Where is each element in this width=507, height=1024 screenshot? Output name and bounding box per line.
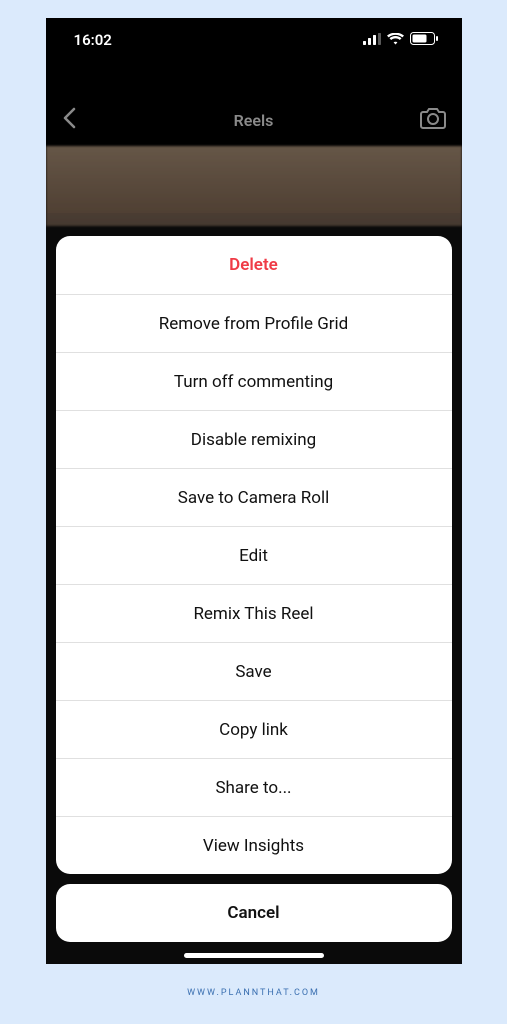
action-item[interactable]: Edit [56, 526, 452, 584]
action-item-label: Turn off commenting [174, 372, 333, 392]
action-sheet: Delete Remove from Profile Grid Turn off c… [56, 236, 452, 874]
action-item-label: Edit [239, 546, 268, 566]
nav-bar: Reels [46, 98, 462, 142]
back-icon[interactable] [62, 107, 76, 133]
home-indicator[interactable] [184, 953, 324, 958]
action-sheet-container: Delete Remove from Profile Grid Turn off c… [56, 236, 452, 942]
action-item-label: Share to... [215, 778, 291, 798]
action-item-label: Disable remixing [191, 430, 316, 450]
action-item[interactable]: Disable remixing [56, 410, 452, 468]
phone-screen: 16:02 [46, 18, 462, 964]
status-time: 16:02 [74, 31, 112, 49]
cancel-label: Cancel [227, 903, 279, 923]
signal-icon [363, 31, 381, 49]
action-item[interactable]: Remove from Profile Grid [56, 294, 452, 352]
action-item-label: Remix This Reel [193, 604, 313, 624]
action-item[interactable]: Share to... [56, 758, 452, 816]
action-item[interactable]: Save [56, 642, 452, 700]
cancel-button[interactable]: Cancel [56, 884, 452, 942]
action-item-label: Save to Camera Roll [178, 488, 329, 508]
status-right-cluster [363, 31, 438, 49]
action-item[interactable]: Delete [56, 236, 452, 294]
action-item[interactable]: Save to Camera Roll [56, 468, 452, 526]
nav-title: Reels [46, 111, 462, 130]
wifi-icon [387, 31, 404, 49]
action-item-label: Delete [229, 255, 278, 275]
action-item[interactable]: Copy link [56, 700, 452, 758]
action-item[interactable]: Turn off commenting [56, 352, 452, 410]
camera-icon[interactable] [420, 107, 446, 133]
action-item-label: View Insights [203, 836, 304, 856]
footer-link[interactable]: WWW.PLANNTHAT.COM [187, 988, 320, 998]
action-item-label: Save [235, 662, 271, 682]
action-item-label: Remove from Profile Grid [159, 314, 349, 334]
action-item-label: Copy link [219, 720, 288, 740]
action-item[interactable]: View Insights [56, 816, 452, 874]
battery-icon [410, 31, 438, 49]
status-bar: 16:02 [46, 18, 462, 62]
action-item[interactable]: Remix This Reel [56, 584, 452, 642]
